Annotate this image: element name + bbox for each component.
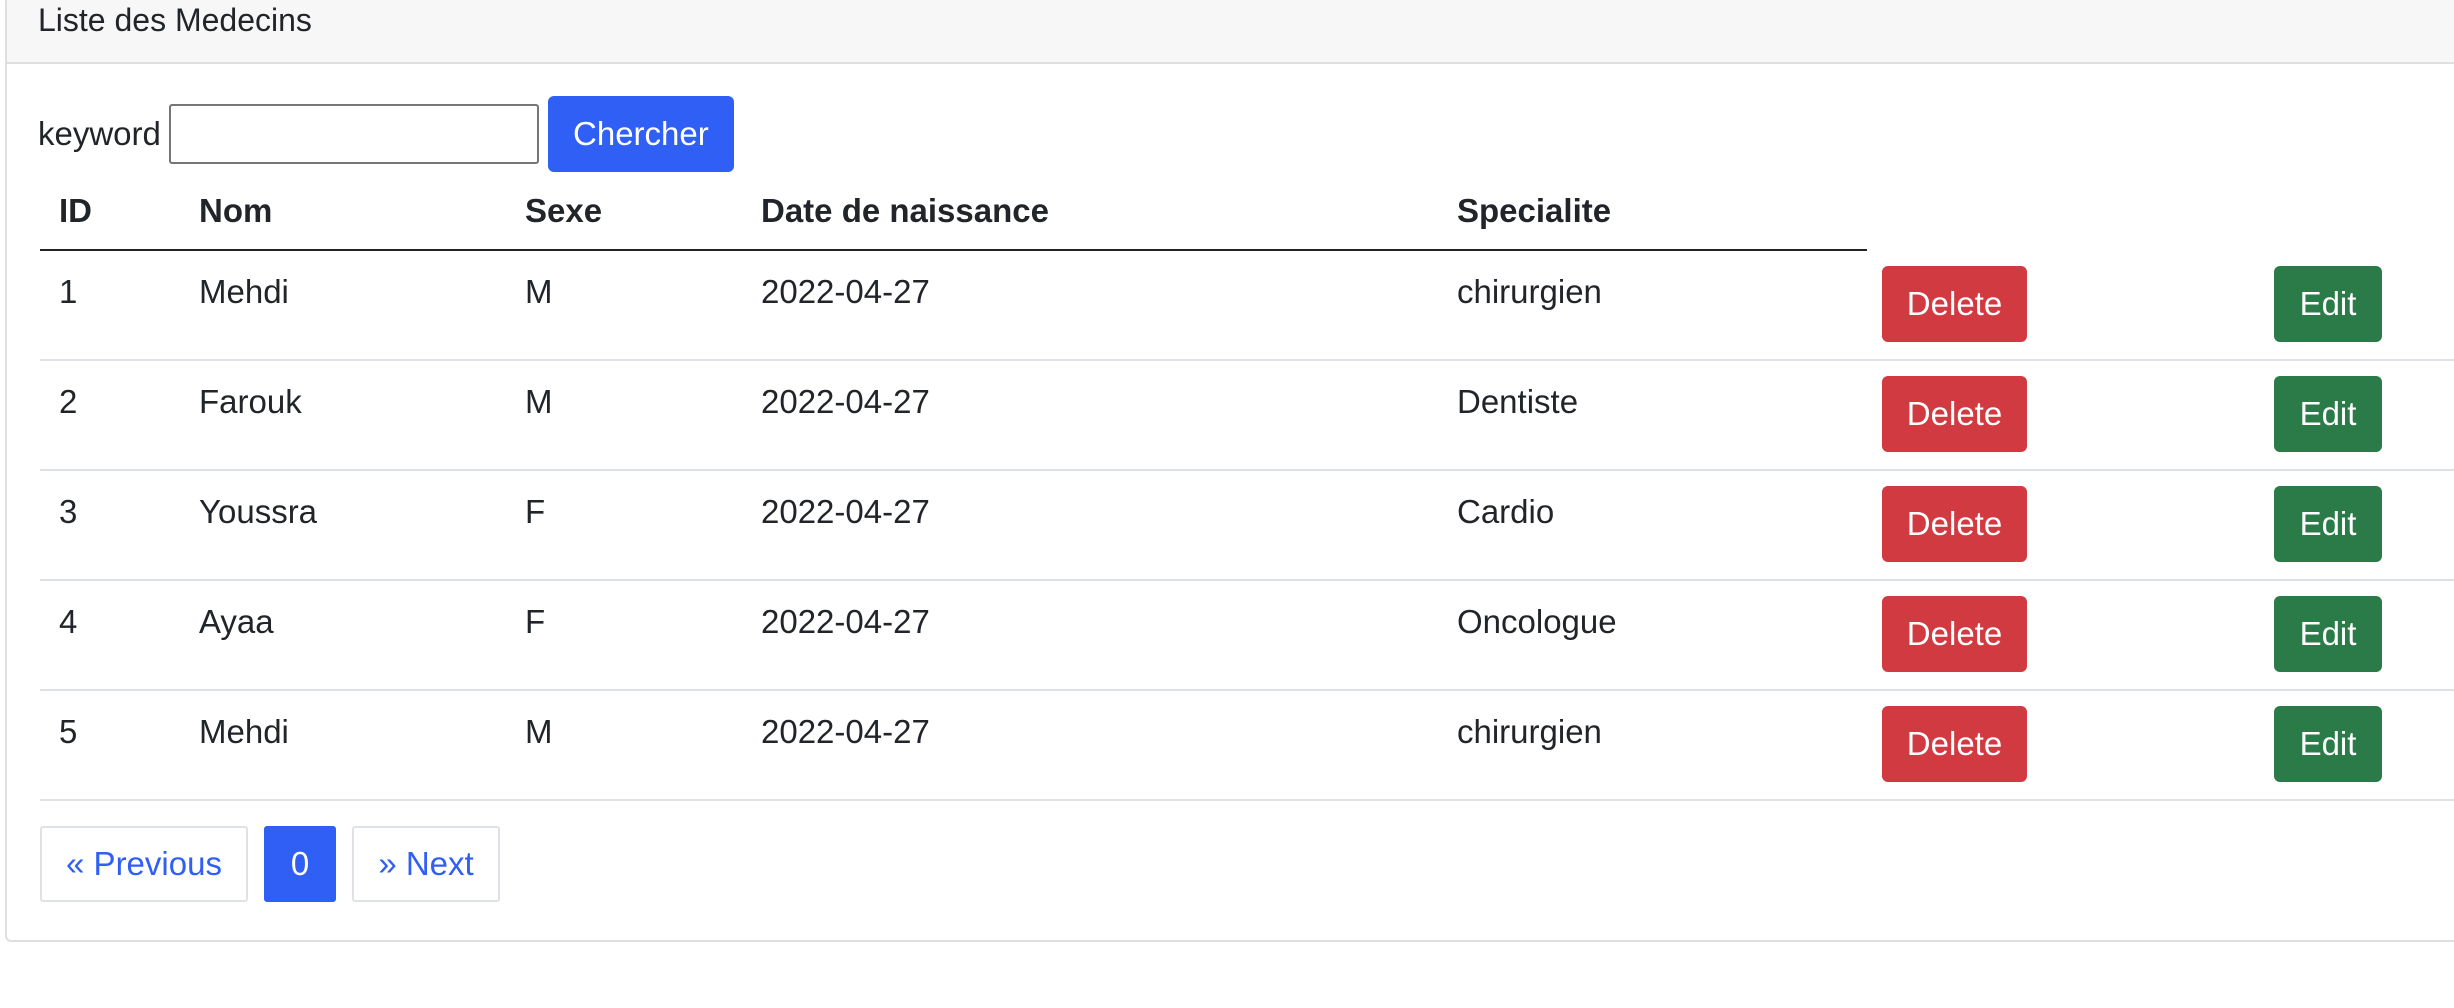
cell-date: 2022-04-27: [761, 713, 930, 750]
cell-date: 2022-04-27: [761, 273, 930, 310]
header-sexe: Sexe: [525, 192, 603, 229]
table-row: 3 Youssra F 2022-04-27 Cardio Delete Edi…: [40, 471, 2454, 581]
cell-specialite: Dentiste: [1457, 383, 1579, 420]
search-label: keyword: [38, 115, 161, 152]
header-date: Date de naissance: [761, 192, 1049, 229]
search-form: keyword Chercher: [38, 96, 734, 172]
edit-button[interactable]: Edit: [2274, 706, 2382, 782]
cell-specialite: Oncologue: [1457, 603, 1617, 640]
current-page-link[interactable]: 0: [264, 826, 336, 902]
cell-nom: Mehdi: [199, 273, 289, 310]
delete-button[interactable]: Delete: [1882, 266, 2027, 342]
table-row: 1 Mehdi M 2022-04-27 chirurgien Delete E…: [40, 251, 2454, 361]
delete-button[interactable]: Delete: [1882, 596, 2027, 672]
cell-date: 2022-04-27: [761, 493, 930, 530]
cell-sexe: M: [525, 273, 553, 310]
cell-id: 5: [59, 713, 78, 750]
cell-sexe: M: [525, 383, 553, 420]
cell-id: 4: [59, 603, 78, 640]
header-id: ID: [59, 192, 92, 229]
edit-button[interactable]: Edit: [2274, 486, 2382, 562]
table-row: 4 Ayaa F 2022-04-27 Oncologue Delete Edi…: [40, 581, 2454, 691]
next-page-link[interactable]: » Next: [352, 826, 500, 902]
edit-button[interactable]: Edit: [2274, 376, 2382, 452]
header-specialite: Specialite: [1457, 192, 1612, 229]
cell-specialite: Cardio: [1457, 493, 1555, 530]
header-nom: Nom: [199, 192, 273, 229]
cell-sexe: M: [525, 713, 553, 750]
edit-button[interactable]: Edit: [2274, 266, 2382, 342]
cell-specialite: chirurgien: [1457, 273, 1602, 310]
pagination: « Previous 0 » Next: [40, 826, 500, 902]
cell-nom: Ayaa: [199, 603, 274, 640]
table-row: 5 Mehdi M 2022-04-27 chirurgien Delete E…: [40, 691, 2454, 801]
cell-id: 3: [59, 493, 78, 530]
cell-nom: Farouk: [199, 383, 302, 420]
card-title: Liste des Medecins: [7, 0, 2454, 64]
cell-specialite: chirurgien: [1457, 713, 1602, 750]
cell-id: 2: [59, 383, 78, 420]
cell-id: 1: [59, 273, 78, 310]
edit-button[interactable]: Edit: [2274, 596, 2382, 672]
cell-date: 2022-04-27: [761, 603, 930, 640]
cell-date: 2022-04-27: [761, 383, 930, 420]
previous-page-link[interactable]: « Previous: [40, 826, 248, 902]
search-button[interactable]: Chercher: [547, 96, 734, 172]
search-input[interactable]: [168, 104, 539, 164]
delete-button[interactable]: Delete: [1882, 486, 2027, 562]
table-header: ID Nom Sexe Date de naissance Specialite: [40, 176, 1867, 251]
doctors-card: Liste des Medecins keyword Chercher ID N…: [5, 0, 2454, 942]
delete-button[interactable]: Delete: [1882, 706, 2027, 782]
cell-nom: Youssra: [199, 493, 318, 530]
cell-sexe: F: [525, 493, 546, 530]
table-row: 2 Farouk M 2022-04-27 Dentiste Delete Ed…: [40, 361, 2454, 471]
delete-button[interactable]: Delete: [1882, 376, 2027, 452]
cell-sexe: F: [525, 603, 546, 640]
cell-nom: Mehdi: [199, 713, 289, 750]
